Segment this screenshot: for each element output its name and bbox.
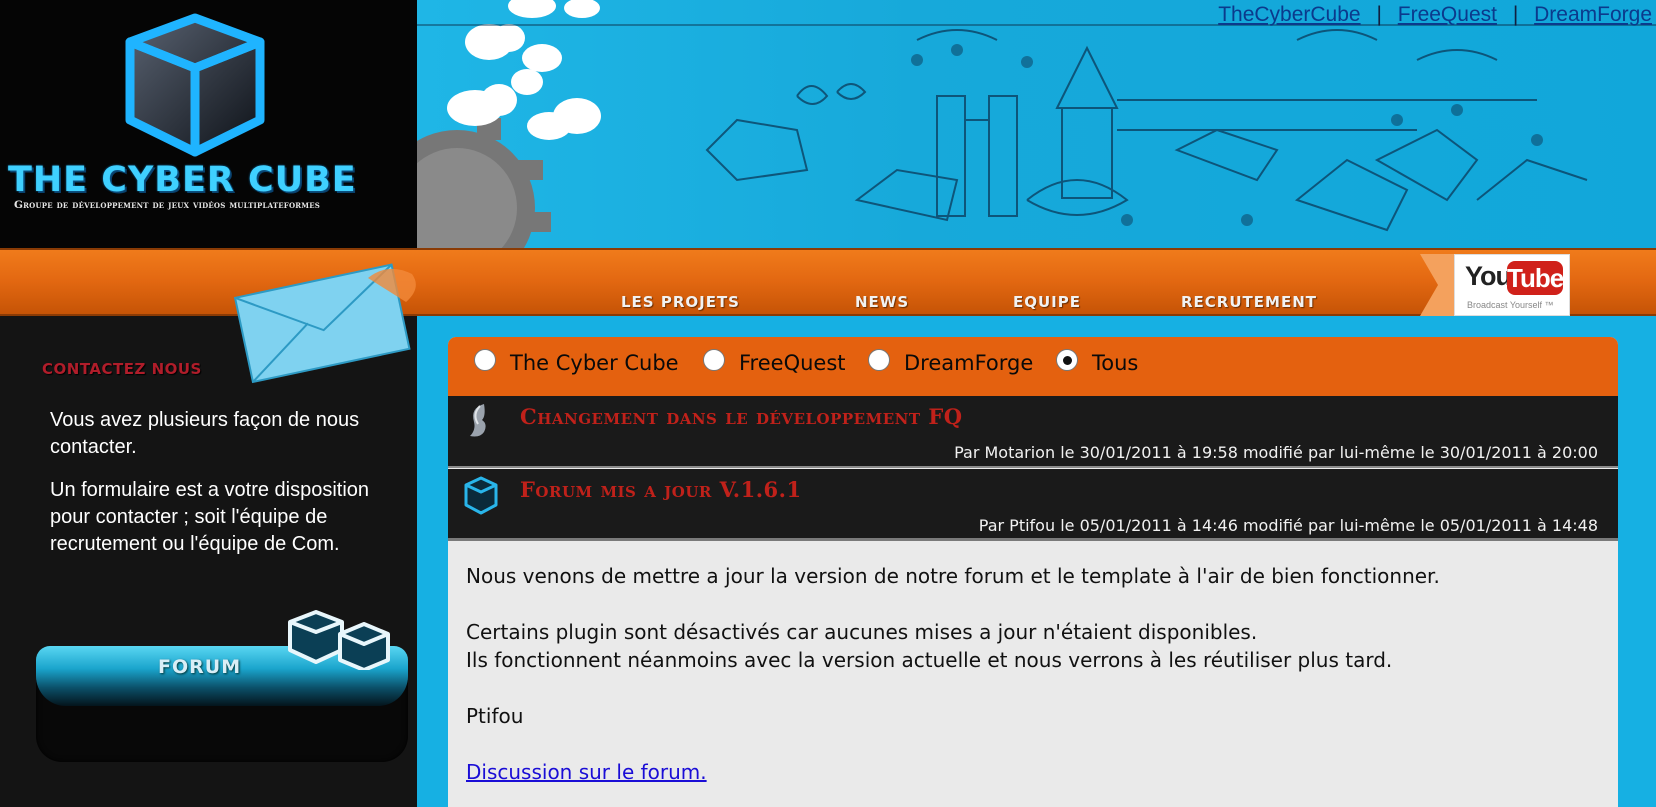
cube-icon: [464, 476, 498, 515]
filter-option-label: The Cyber Cube: [510, 351, 679, 375]
post-body-text: Certains plugin sont désactivés car aucu…: [466, 620, 1258, 644]
contact-text: Vous avez plusieurs façon de nous contac…: [50, 409, 360, 458]
radio-button[interactable]: [474, 349, 496, 371]
top-link-separator: |: [1376, 3, 1382, 26]
news-post-header: Changement dans le développement FQ Par …: [448, 396, 1618, 468]
top-link-separator: |: [1512, 3, 1519, 26]
site-header: THE CYBER CUBE Groupe de développement d…: [0, 0, 1656, 248]
logo-subtitle: Groupe de développement de jeux vidéos m…: [14, 199, 321, 211]
post-signature: Ptifou: [466, 704, 524, 728]
youtube-button[interactable]: You Tube Broadcast Yourself ™: [1454, 254, 1570, 316]
news-panel: The Cyber Cube FreeQuest DreamForge Tous…: [448, 337, 1618, 807]
contact-title: CONTACTEZ NOUS: [42, 360, 202, 378]
radio-button-checked[interactable]: [1056, 349, 1078, 371]
post-body-text: Ils fonctionnent néanmoins avec la versi…: [466, 648, 1393, 672]
filter-option-dreamforge[interactable]: DreamForge: [868, 349, 1034, 375]
post-meta: Par Motarion le 30/01/2011 à 19:58 modif…: [954, 443, 1598, 462]
post-meta: Par Ptifou le 05/01/2011 à 14:46 modifié…: [978, 516, 1598, 535]
post-title[interactable]: Forum mis a jour V.1.6.1: [520, 477, 802, 502]
post-body-text: Nous venons de mettre a jour la version …: [466, 564, 1440, 588]
envelope-icon[interactable]: [228, 258, 438, 384]
logo-title: THE CYBER CUBE: [8, 160, 357, 200]
youtube-logo-tube: Tube: [1507, 261, 1564, 295]
freequest-icon: [470, 404, 486, 437]
top-link-dreamforge[interactable]: DreamForge: [1534, 3, 1652, 26]
header-banner: TheCyberCube | FreeQuest | DreamForge: [417, 0, 1656, 248]
youtube-logo-you: You: [1465, 261, 1512, 291]
site-logo[interactable]: THE CYBER CUBE Groupe de développement d…: [0, 0, 417, 248]
youtube-arrow-icon: [1420, 254, 1454, 316]
filter-option-freequest[interactable]: FreeQuest: [703, 349, 846, 375]
nav-item-team[interactable]: EQUIPE: [1013, 293, 1081, 311]
radio-button[interactable]: [703, 349, 725, 371]
post-title[interactable]: Changement dans le développement FQ: [520, 404, 963, 429]
forum-widget: FORUM: [36, 610, 408, 762]
filter-option-all[interactable]: Tous: [1056, 349, 1139, 375]
top-link-freequest[interactable]: FreeQuest: [1398, 3, 1497, 26]
filter-option-thecybercube[interactable]: The Cyber Cube: [474, 349, 679, 375]
banner-sketch-image: [417, 0, 1656, 248]
news-post-header: Forum mis a jour V.1.6.1 Par Ptifou le 0…: [448, 469, 1618, 541]
top-links: TheCyberCube | FreeQuest | DreamForge: [1218, 3, 1652, 27]
forum-cubes-icon: [288, 610, 390, 670]
nav-item-projects[interactable]: LES PROJETS: [621, 293, 740, 311]
top-link-thecybercube[interactable]: TheCyberCube: [1218, 3, 1360, 26]
logo-cube-icon: [125, 13, 265, 157]
news-filter-bar: The Cyber Cube FreeQuest DreamForge Tous: [448, 337, 1618, 396]
radio-button[interactable]: [868, 349, 890, 371]
forum-discussion-link[interactable]: Discussion sur le forum.: [466, 760, 707, 784]
nav-item-news[interactable]: NEWS: [855, 293, 909, 311]
forum-button-label[interactable]: FORUM: [158, 656, 241, 678]
filter-option-label: Tous: [1092, 351, 1139, 375]
youtube-slogan: Broadcast Yourself ™: [1467, 300, 1554, 310]
filter-option-label: DreamForge: [904, 351, 1034, 375]
contact-form-text: Un formulaire est a votre disposition po…: [50, 479, 370, 555]
nav-item-recruitment[interactable]: RECRUTEMENT: [1181, 293, 1317, 311]
post-body: Nous venons de mettre a jour la version …: [466, 562, 1596, 786]
filter-option-label: FreeQuest: [739, 351, 846, 375]
